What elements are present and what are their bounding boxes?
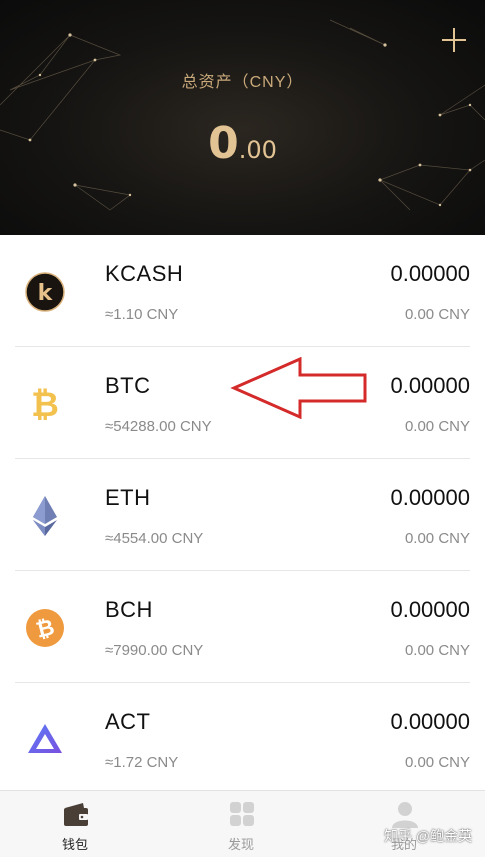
asset-row-kcash[interactable]: k KCASH ≈1.10 CNY 0.00000 0.00 CNY: [15, 235, 470, 347]
svg-text:₿: ₿: [31, 385, 59, 424]
ethereum-icon: [33, 496, 57, 536]
asset-price: ≈1.72 CNY: [105, 754, 179, 771]
asset-price: ≈1.10 CNY: [105, 306, 179, 323]
asset-value: 0.00 CNY: [404, 306, 470, 323]
total-assets-label: 总资产（CNY）: [181, 74, 304, 91]
total-assets-decimal: .00: [238, 136, 277, 164]
profile-icon: [392, 802, 418, 828]
asset-value: 0.00 CNY: [404, 530, 470, 547]
asset-symbol: KCASH: [105, 261, 184, 286]
bitcoin-cash-icon: ₿: [26, 609, 64, 647]
asset-price: ≈4554.00 CNY: [105, 530, 204, 547]
tab-profile[interactable]: 我的: [344, 791, 464, 857]
asset-amount: 0.00000: [390, 597, 470, 622]
svg-text:k: k: [38, 281, 54, 306]
asset-price: ≈54288.00 CNY: [105, 418, 212, 435]
tab-label: 发现: [227, 837, 254, 852]
asset-value: 0.00 CNY: [404, 418, 470, 435]
asset-symbol: BCH: [105, 597, 153, 622]
asset-symbol: ETH: [105, 485, 151, 510]
asset-symbol: ACT: [105, 709, 151, 734]
bitcoin-icon: ₿: [31, 385, 59, 424]
total-assets-value: 0.00: [0, 118, 485, 169]
plus-icon: [442, 28, 466, 52]
asset-row-eth[interactable]: ETH ≈4554.00 CNY 0.00000 0.00 CNY: [15, 459, 470, 571]
achain-icon: [28, 724, 62, 753]
tab-label: 钱包: [61, 837, 88, 852]
total-assets-integer: 0: [208, 118, 239, 169]
wallet-icon: [64, 803, 88, 826]
asset-amount: 0.00000: [390, 709, 470, 734]
tab-discover[interactable]: 发现: [181, 791, 301, 857]
kcash-logo-icon: k: [25, 272, 65, 312]
watermark-text: 知乎 @鲍金英: [384, 828, 473, 844]
asset-header: 总资产（CNY） 0.00: [0, 0, 485, 235]
bottom-tab-bar: 钱包 发现 我的: [0, 790, 485, 857]
asset-symbol: BTC: [105, 373, 151, 398]
asset-price: ≈7990.00 CNY: [105, 642, 204, 659]
annotation-arrow: [230, 357, 367, 419]
asset-value: 0.00 CNY: [404, 642, 470, 659]
add-asset-button[interactable]: [438, 24, 470, 56]
asset-row-act[interactable]: ACT ≈1.72 CNY 0.00000 0.00 CNY: [15, 683, 470, 795]
grid-icon: [230, 802, 254, 826]
asset-amount: 0.00000: [390, 261, 470, 286]
tab-wallet[interactable]: 钱包: [15, 791, 135, 857]
asset-row-bch[interactable]: ₿ BCH ≈7990.00 CNY 0.00000 0.00 CNY: [15, 571, 470, 683]
asset-amount: 0.00000: [390, 485, 470, 510]
asset-list: k KCASH ≈1.10 CNY 0.00000 0.00 CNY ₿ BTC…: [0, 235, 485, 795]
asset-amount: 0.00000: [390, 373, 470, 398]
asset-value: 0.00 CNY: [404, 754, 470, 771]
